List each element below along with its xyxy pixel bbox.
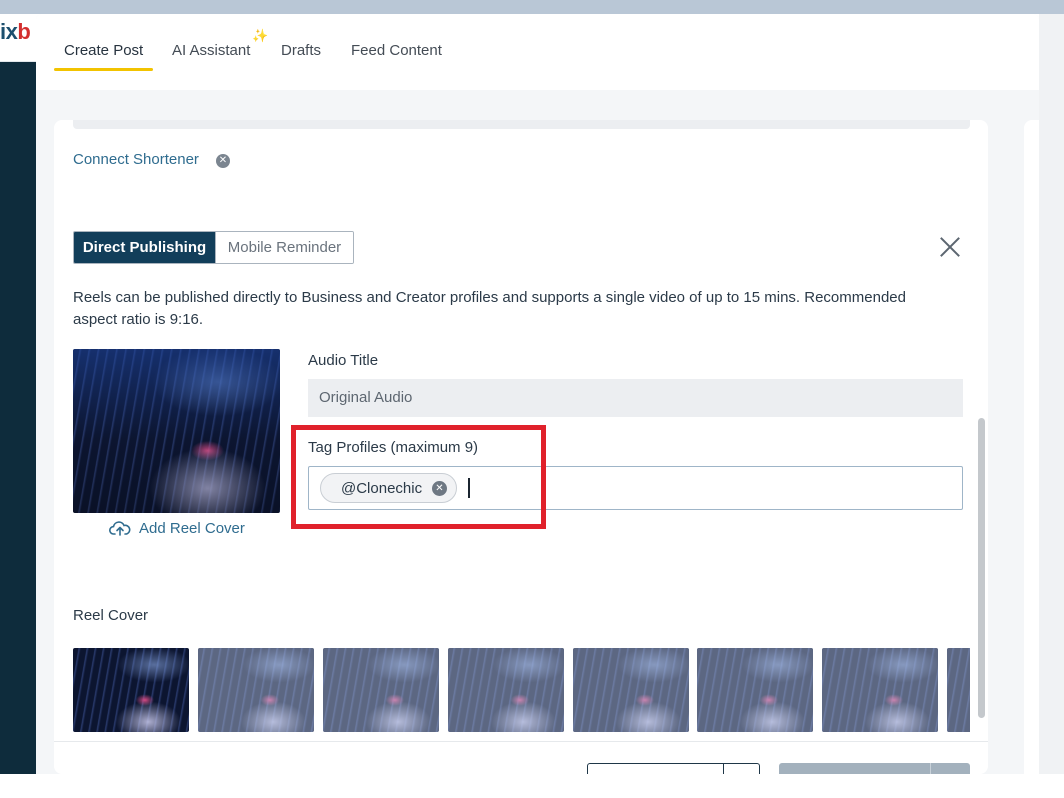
- app-logo: ixb: [0, 19, 31, 44]
- audio-title-label: Audio Title: [308, 352, 379, 369]
- reel-cover-frame[interactable]: [448, 648, 564, 732]
- active-tab-indicator: [54, 68, 153, 71]
- connect-shortener-link[interactable]: Connect Shortener: [73, 151, 199, 168]
- reel-cover-label: Reel Cover: [73, 607, 149, 624]
- reel-cover-frame[interactable]: [323, 648, 439, 732]
- scrollbar-thumb[interactable]: [978, 418, 985, 718]
- audio-title-input[interactable]: Original Audio: [308, 379, 963, 417]
- remove-tag-icon[interactable]: ✕: [432, 481, 447, 496]
- reel-cover-frame[interactable]: [573, 648, 689, 732]
- background-right: [1039, 14, 1064, 798]
- reel-cover-frame[interactable]: [73, 648, 189, 732]
- reel-cover-frame[interactable]: [947, 648, 970, 732]
- tag-profiles-input[interactable]: @Clonechic ✕: [308, 466, 963, 510]
- reels-description: Reels can be published directly to Busin…: [73, 289, 906, 328]
- preview-panel-edge: [1024, 120, 1039, 774]
- tab-drafts[interactable]: Drafts: [281, 42, 321, 59]
- modal-tabs: Create Post AI Assistant ✨ Drafts Feed C…: [36, 14, 1039, 90]
- tab-create-post[interactable]: Create Post: [64, 42, 143, 59]
- background-sidebar: [0, 14, 36, 798]
- tab-ai-assistant[interactable]: AI Assistant: [172, 42, 250, 59]
- close-icon[interactable]: [938, 235, 962, 259]
- mobile-reminder-button[interactable]: Mobile Reminder: [215, 232, 353, 263]
- background-topbar: [0, 0, 1064, 14]
- tag-profiles-label: Tag Profiles (maximum 9): [308, 439, 479, 456]
- reel-cover-frame[interactable]: [822, 648, 938, 732]
- reel-cover-frame[interactable]: [198, 648, 314, 732]
- tag-chip: @Clonechic ✕: [320, 473, 457, 503]
- video-thumbnail[interactable]: [73, 349, 280, 513]
- panel-top-edge: [73, 120, 970, 129]
- footer-divider: [54, 741, 988, 742]
- upload-cloud-icon: [109, 521, 131, 536]
- add-reel-cover-label: Add Reel Cover: [139, 519, 245, 537]
- post-editor-panel: Connect Shortener ✕ Direct Publishing Mo…: [54, 120, 988, 774]
- reel-cover-frame[interactable]: [697, 648, 813, 732]
- reel-cover-strip: [73, 648, 970, 732]
- bottom-edge: [0, 774, 1064, 798]
- sparkle-icon: ✨: [252, 28, 269, 43]
- tab-feed-content[interactable]: Feed Content: [351, 42, 442, 59]
- text-cursor: [468, 478, 470, 498]
- publishing-mode-toggle: Direct Publishing Mobile Reminder: [73, 231, 354, 264]
- tag-chip-label: @Clonechic: [341, 479, 423, 497]
- add-reel-cover-button[interactable]: Add Reel Cover: [109, 519, 245, 537]
- create-post-modal: Create Post AI Assistant ✨ Drafts Feed C…: [36, 14, 1039, 774]
- remove-shortener-icon[interactable]: ✕: [216, 154, 230, 168]
- direct-publishing-button[interactable]: Direct Publishing: [74, 232, 215, 263]
